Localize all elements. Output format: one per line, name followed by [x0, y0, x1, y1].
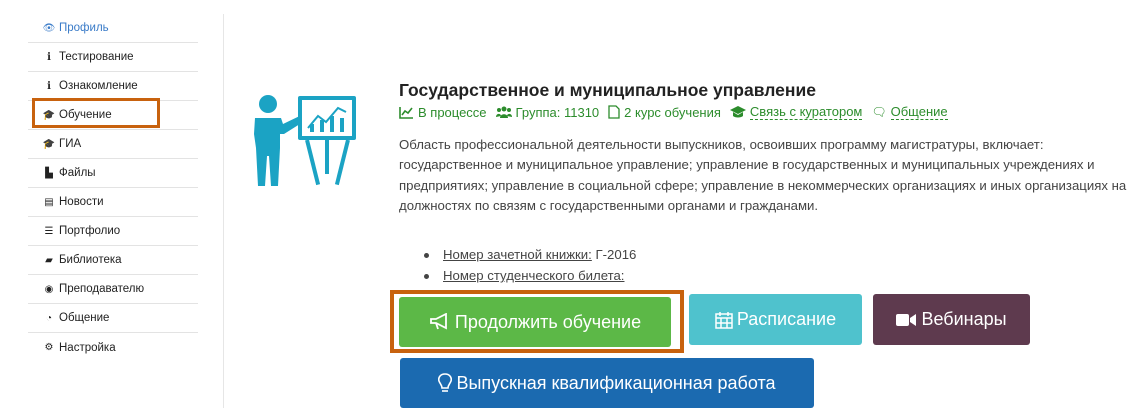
- eye-icon: 👁: [42, 22, 56, 34]
- curator-link[interactable]: Связь с куратором: [729, 104, 863, 120]
- program-description: Область профессиональной деятельности вы…: [399, 137, 1127, 213]
- line-chart-icon: [399, 106, 413, 119]
- sidebar-item-teacher[interactable]: ◉ Преподавателю: [28, 275, 198, 304]
- program-meta: В процессе Группа: 11310 2 курс обучения…: [399, 104, 948, 120]
- highlight-frame-learning: [32, 98, 160, 128]
- sidebar-item-gia[interactable]: 🎓 ГИА: [28, 130, 198, 159]
- sidebar-item-label: Общение: [59, 312, 110, 324]
- video-camera-icon: [896, 313, 917, 326]
- chat-icon: ◔: [45, 312, 53, 324]
- file-icon: ▙: [45, 167, 53, 179]
- presenter-icon: [254, 95, 356, 186]
- student-card-label: Номер студенческого билета:: [443, 268, 625, 283]
- info-icon: i: [47, 80, 51, 92]
- sidebar-item-label: Профиль: [59, 22, 109, 34]
- sidebar-item-label: ГИА: [59, 138, 82, 150]
- list-item: Номер зачетной книжки: Г-2016: [424, 244, 636, 265]
- gears-icon: ⚙: [44, 342, 54, 353]
- user-circle-icon: ◉: [44, 283, 54, 295]
- sidebar-item-settings[interactable]: ⚙ Настройка: [28, 333, 198, 362]
- sidebar-item-library[interactable]: ▰ Библиотека: [28, 246, 198, 275]
- graduation-cap-icon: [729, 106, 746, 118]
- chat-icon: 🗨: [871, 105, 887, 119]
- sidebar-item-portfolio[interactable]: ☰ Портфолио: [28, 217, 198, 246]
- group-info: Группа: 11310: [495, 104, 599, 120]
- info-icon: i: [47, 51, 51, 63]
- sidebar-item-label: Ознакомление: [59, 80, 138, 92]
- newspaper-icon: ▤: [44, 196, 54, 208]
- record-book-label: Номер зачетной книжки:: [443, 247, 592, 262]
- schedule-button[interactable]: Расписание: [689, 294, 862, 345]
- lightbulb-icon: [438, 373, 453, 392]
- bullhorn-icon: [429, 313, 447, 330]
- thesis-button[interactable]: Выпускная квалификационная работа: [400, 358, 814, 408]
- sidebar-item-introduction[interactable]: i Ознакомление: [28, 72, 198, 101]
- list-icon: ☰: [44, 225, 54, 237]
- list-item: Номер студенческого билета:: [424, 265, 636, 286]
- record-book-value: Г-2016: [591, 247, 637, 262]
- sidebar-item-news[interactable]: ▤ Новости: [28, 188, 198, 217]
- sidebar-item-files[interactable]: ▙ Файлы: [28, 159, 198, 188]
- student-info-list: Номер зачетной книжки: Г-2016 Номер студ…: [424, 244, 636, 286]
- course-info: 2 курс обучения: [608, 104, 721, 120]
- sidebar-item-chat[interactable]: ◔ Общение: [28, 304, 198, 333]
- sidebar: 👁 Профиль i Тестирование i Ознакомление …: [28, 14, 224, 408]
- sidebar-item-testing[interactable]: i Тестирование: [28, 43, 198, 72]
- chat-link[interactable]: 🗨 Общение: [871, 104, 948, 120]
- sidebar-item-label: Настройка: [59, 341, 116, 354]
- status-badge: В процессе: [399, 104, 487, 120]
- webinars-button[interactable]: Вебинары: [873, 294, 1030, 345]
- continue-learning-button[interactable]: Продолжить обучение: [399, 297, 671, 347]
- sidebar-item-label: Новости: [59, 196, 104, 208]
- calendar-icon: [715, 311, 733, 329]
- sidebar-item-profile[interactable]: 👁 Профиль: [28, 14, 198, 43]
- users-icon: [495, 106, 512, 118]
- sidebar-item-label: Преподавателю: [59, 283, 145, 295]
- sidebar-item-label: Библиотека: [59, 254, 122, 266]
- file-outline-icon: [608, 105, 620, 119]
- sidebar-item-label: Портфолио: [59, 225, 121, 237]
- sidebar-item-label: Файлы: [59, 167, 96, 179]
- program-title: Государственное и муниципальное управлен…: [399, 80, 816, 100]
- sidebar-item-label: Тестирование: [59, 51, 134, 63]
- book-icon: ▰: [45, 254, 53, 266]
- graduation-cap-icon: 🎓: [42, 138, 56, 150]
